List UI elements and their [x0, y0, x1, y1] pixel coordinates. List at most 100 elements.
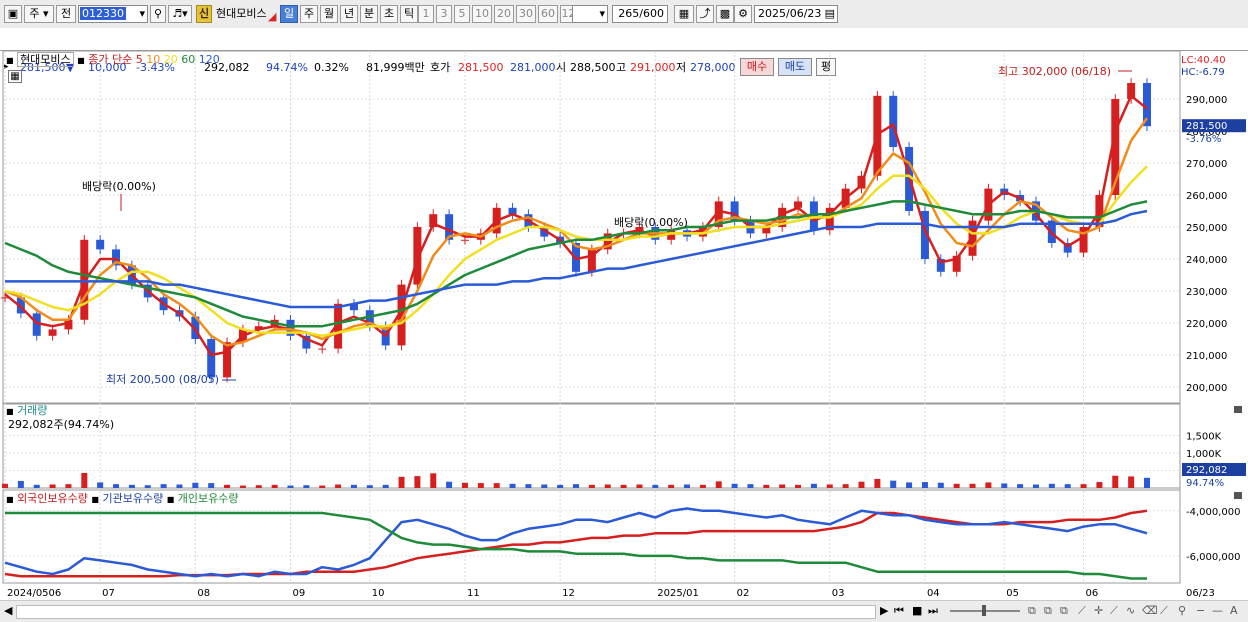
interval-button-20[interactable]: 20 — [494, 5, 514, 23]
stock-code-input[interactable]: 012330 ▾ — [78, 5, 148, 23]
low-annotation: 최저 200,500 (08/05) — [106, 373, 219, 386]
x-axis-label: 03 — [832, 588, 845, 599]
tab-period-3[interactable]: 년 — [340, 5, 358, 23]
volume-bar — [255, 485, 262, 488]
interval-button-60[interactable]: 60 — [538, 5, 558, 23]
grid-icon[interactable]: ▦ — [674, 5, 694, 23]
period-select[interactable]: 주 ▾ — [24, 5, 54, 23]
volume-bar — [65, 484, 72, 488]
tab-period-4[interactable]: 분 — [360, 5, 378, 23]
legend-ma-120[interactable]: 120 — [195, 53, 220, 66]
holding-legend: ■ 외국인보유수량 ■ 기관보유수량 ■ 개인보유수량 — [6, 492, 239, 507]
calendar-icon[interactable]: ▤ — [825, 6, 835, 22]
volume-bar — [49, 484, 56, 488]
text-icon[interactable]: A — [1230, 604, 1238, 618]
search-icon[interactable]: ⚲ — [150, 5, 166, 23]
interval-input[interactable]: ▾ — [572, 5, 608, 23]
legend-ma-periods: 5 10 20 60 120 — [136, 53, 220, 66]
volume-bar — [224, 484, 231, 488]
eraser-icon[interactable]: ⌫ — [1142, 604, 1158, 618]
volume-bar — [350, 484, 357, 488]
volume-bar — [1048, 483, 1055, 488]
draw-tool-icon[interactable]: ⤴ — [696, 5, 714, 23]
speaker-icon[interactable]: ♬▾ — [168, 5, 192, 23]
legend-individual[interactable]: 개인보유수량 — [178, 492, 239, 505]
crosshair-icon[interactable]: ✛ — [1094, 604, 1103, 618]
x-axis-label: 02 — [737, 588, 750, 599]
volume-title[interactable]: 거래량 — [17, 404, 47, 417]
volume-bar — [208, 483, 215, 488]
volume-bar — [890, 480, 897, 488]
layout-icon-3[interactable]: ⧉ — [1060, 604, 1068, 618]
code-dropdown-icon[interactable]: ▾ — [139, 6, 145, 22]
prev-button[interactable]: 전 — [56, 5, 76, 23]
legend-ma-60[interactable]: 60 — [178, 53, 195, 66]
date-field[interactable]: 2025/06/23 ▤ — [754, 5, 838, 23]
volume-bar — [858, 481, 865, 488]
new-badge[interactable]: 신 — [196, 5, 212, 23]
trendline-icon[interactable]: ⟋ — [1078, 604, 1086, 618]
volume-bar — [446, 481, 453, 488]
volume-bar — [636, 484, 643, 488]
volume-panel-frame — [2, 403, 1181, 489]
fast-forward-icon[interactable]: ⏭ — [928, 604, 938, 618]
volume-legend: ■ 거래량 — [6, 404, 47, 419]
volume-bar — [303, 485, 310, 488]
line-icon[interactable]: — — [1212, 604, 1223, 618]
legend-institution[interactable]: 기관보유수량 — [102, 492, 163, 505]
interval-button-5[interactable]: 5 — [454, 5, 470, 23]
legend-stock-name[interactable]: 현대모비스 — [17, 52, 74, 67]
rewind-icon[interactable]: ⏮ — [894, 604, 904, 618]
stop-icon[interactable]: ■ — [912, 604, 922, 618]
interval-button-1[interactable]: 1 — [418, 5, 434, 23]
volume-bar — [176, 484, 183, 488]
fib-icon[interactable]: ⟋ — [1110, 604, 1118, 618]
volume-bar — [33, 484, 40, 488]
tab-period-6[interactable]: 틱 — [400, 5, 418, 23]
interval-dropdown-icon[interactable]: ▾ — [599, 6, 605, 22]
volume-bar — [1064, 484, 1071, 488]
legend-ma-5[interactable]: 5 — [136, 53, 143, 66]
legend-foreign[interactable]: 외국인보유수량 — [17, 492, 88, 505]
dividend-annotation-1: 배당락(0.00%) — [82, 180, 156, 193]
search-icon[interactable]: ⚲ — [1178, 604, 1186, 618]
save-icon[interactable]: ▩ — [716, 5, 734, 23]
table-toggle-icon[interactable]: ▦ — [8, 70, 22, 83]
interval-button-30[interactable]: 30 — [516, 5, 536, 23]
tab-period-1[interactable]: 주 — [300, 5, 318, 23]
last-volume-value: 292,082 — [1186, 465, 1227, 476]
legend-ma-20[interactable]: 20 — [160, 53, 178, 66]
interval-button-3[interactable]: 3 — [436, 5, 452, 23]
holding-line-2 — [5, 511, 1147, 580]
scroll-right-icon[interactable]: ▶ — [880, 604, 888, 618]
stock-code-value: 012330 — [80, 7, 126, 20]
layout-icon-1[interactable]: ⧉ — [1028, 604, 1036, 618]
stock-chart[interactable]: 2024/0506 07 08 09 10 11 12 2025/01 02 03 04 05 06 06… — [0, 51, 1248, 601]
count-field[interactable]: 265/600 — [612, 5, 668, 23]
layout-icon-2[interactable]: ⧉ — [1044, 604, 1052, 618]
volume-bar — [985, 482, 992, 488]
link-icon[interactable]: ◢ — [268, 10, 276, 24]
legend-ma-label[interactable]: 종가 단순 — [88, 53, 132, 66]
gear-icon[interactable]: ⚙ — [734, 5, 752, 23]
volume-bar — [652, 484, 659, 488]
legend-volume-marker: ■ — [6, 407, 14, 416]
interval-button-10[interactable]: 10 — [472, 5, 492, 23]
quote-bar: ▸ 281,500 ▼ 10,000 -3.43% 292,082 94.74%… — [0, 28, 1248, 76]
holding-panel-close-icon — [1234, 492, 1242, 499]
volume-bar — [81, 472, 88, 488]
drawing-icon[interactable]: ⟋ — [1160, 604, 1168, 618]
tab-period-2[interactable]: 월 — [320, 5, 338, 23]
tab-period-5[interactable]: 초 — [380, 5, 398, 23]
zoom-slider-thumb[interactable] — [982, 605, 986, 616]
zoom-out-icon[interactable]: − — [1196, 604, 1205, 618]
volume-bar — [573, 484, 579, 488]
tab-period-0[interactable]: 일 — [280, 5, 298, 23]
volume-bar — [1128, 476, 1135, 488]
scroll-left-icon[interactable]: ◀ — [4, 604, 12, 618]
legend-ma-10[interactable]: 10 — [143, 53, 160, 66]
candle-body — [207, 339, 216, 378]
horizontal-scrollbar[interactable] — [16, 605, 876, 619]
window-layout-icon[interactable]: ▣ — [4, 5, 22, 23]
wave-icon[interactable]: ∿ — [1126, 604, 1135, 618]
